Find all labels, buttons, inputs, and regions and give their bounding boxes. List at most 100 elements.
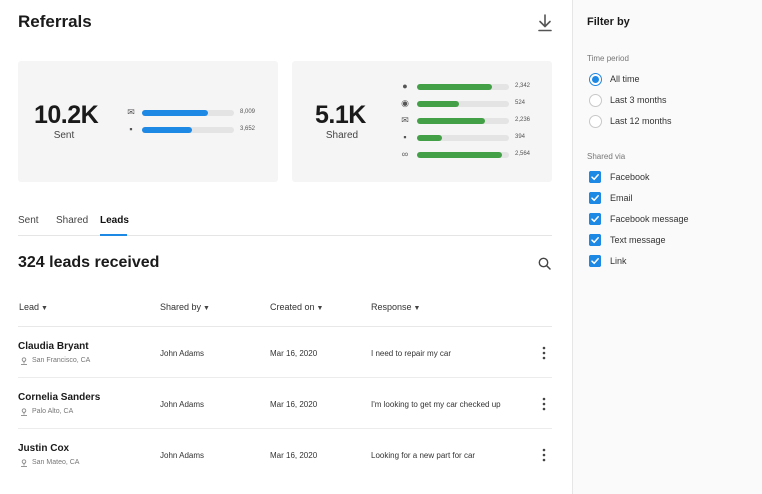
table-row[interactable]: Justin Cox San Mateo, CA John Adams Mar … xyxy=(18,429,552,480)
column-label: Created on xyxy=(270,302,315,312)
email-icon: ✉ xyxy=(127,107,135,117)
facebook-icon: ● xyxy=(402,81,408,91)
stat-bar-track xyxy=(417,84,509,90)
lead-name: Claudia Bryant xyxy=(18,341,89,352)
stat-bar-track xyxy=(417,135,509,141)
page-title: Referrals xyxy=(18,12,92,31)
stat-bar-value: 2,564 xyxy=(515,151,531,157)
more-vert-icon[interactable] xyxy=(541,397,547,411)
lead-location: San Francisco, CA xyxy=(32,357,91,364)
radio-unselected[interactable] xyxy=(589,115,602,128)
filter-sidebar: Filter by Time period All time Last 3 mo… xyxy=(572,0,762,494)
radio-selected[interactable] xyxy=(589,73,602,86)
location-icon xyxy=(21,459,27,467)
shared-by-cell: John Adams xyxy=(160,400,205,409)
stat-bar-track xyxy=(417,118,509,124)
location-icon xyxy=(21,408,27,416)
search-icon[interactable] xyxy=(538,257,551,270)
option-label: Link xyxy=(610,256,627,266)
option-label: Facebook xyxy=(610,172,650,182)
location-icon xyxy=(21,357,27,365)
stat-bar-track xyxy=(142,110,234,116)
option-label: Email xyxy=(610,193,633,203)
download-icon[interactable] xyxy=(536,13,554,33)
checkbox-checked-icon[interactable] xyxy=(589,213,601,225)
stat-bar-value: 8,009 xyxy=(240,109,256,115)
stat-bar-track xyxy=(142,127,234,133)
stat-bar-fill xyxy=(417,101,460,107)
column-label: Lead xyxy=(19,302,40,312)
stat-bar-fill xyxy=(417,135,442,141)
stat-bar-row: ∞ 2,564 xyxy=(400,149,549,161)
stat-bar-fill xyxy=(142,110,209,116)
checkbox-checked-icon[interactable] xyxy=(589,171,601,183)
shared-by-cell: John Adams xyxy=(160,451,205,460)
column-header-created-on[interactable]: Created on ▼ xyxy=(270,302,323,312)
stat-bar-track xyxy=(417,101,509,107)
stat-bar-value: 2,342 xyxy=(515,83,531,89)
caret-down-icon: ▼ xyxy=(203,305,210,312)
shared-by-cell: John Adams xyxy=(160,349,205,358)
more-vert-icon[interactable] xyxy=(541,346,547,360)
caret-down-icon: ▼ xyxy=(413,305,421,312)
caret-down-icon: ▼ xyxy=(41,305,48,312)
response-cell: I'm looking to get my car checked up xyxy=(371,400,501,409)
created-on-cell: Mar 16, 2020 xyxy=(270,349,318,358)
radio-unselected[interactable] xyxy=(589,94,602,107)
created-on-cell: Mar 16, 2020 xyxy=(270,400,318,409)
checkbox-checked-icon[interactable] xyxy=(589,234,601,246)
filter-title: Filter by xyxy=(587,16,630,28)
lead-location: San Mateo, CA xyxy=(32,459,80,466)
column-header-response[interactable]: Response ▼ xyxy=(371,302,420,312)
tab-sent[interactable]: Sent xyxy=(18,214,39,236)
option-label: Last 3 months xyxy=(610,95,667,105)
tab-bar: Sent Shared Leads xyxy=(18,214,552,236)
caret-down-icon: ▼ xyxy=(316,305,324,312)
table-row[interactable]: Claudia Bryant San Francisco, CA John Ad… xyxy=(18,327,552,378)
message-icon: ▪ xyxy=(403,132,407,142)
column-label: Response xyxy=(371,302,412,312)
column-header-shared-by[interactable]: Shared by ▼ xyxy=(160,302,210,312)
stat-bar-row: ✉ 8,009 xyxy=(126,107,274,119)
sent-label: Sent xyxy=(53,130,75,141)
stat-bar-row: ▪ 394 xyxy=(400,132,549,144)
sent-stats-card: 10.2K Sent ✉ 8,009 ▪ 3,652 xyxy=(18,61,278,182)
stat-bar-fill xyxy=(417,152,502,158)
stat-bar-row: ◉ 524 xyxy=(400,98,549,110)
shared-stats-card: 5.1K Shared ● 2,342 ◉ 524 ✉ 2,236 ▪ 394 ∞ 2,564 xyxy=(292,61,552,182)
stat-bar-value: 3,652 xyxy=(240,126,256,132)
response-cell: Looking for a new part for car xyxy=(371,451,476,460)
column-header-lead[interactable]: Lead ▼ xyxy=(19,302,48,312)
main-panel: Referrals 10.2K Sent ✉ 8,009 ▪ 3,652 5.1K S… xyxy=(0,0,572,494)
table-row[interactable]: Cornelia Sanders Palo Alto, CA John Adam… xyxy=(18,378,552,429)
more-vert-icon[interactable] xyxy=(541,448,547,462)
option-label: All time xyxy=(610,74,640,84)
response-cell: I need to repair my car xyxy=(371,349,452,358)
stat-bar-fill xyxy=(417,118,486,124)
stat-bar-value: 524 xyxy=(515,100,526,106)
message-icon: ▪ xyxy=(129,124,133,134)
stat-bar-row: ▪ 3,652 xyxy=(126,124,274,136)
checkbox-checked-icon[interactable] xyxy=(589,192,601,204)
stat-bar-fill xyxy=(142,127,192,133)
lead-location: Palo Alto, CA xyxy=(32,408,74,415)
checkbox-checked-icon[interactable] xyxy=(589,255,601,267)
stat-bar-value: 394 xyxy=(515,134,526,140)
stat-bar-track xyxy=(417,152,509,158)
option-label: Last 12 months xyxy=(610,116,672,126)
email-icon: ✉ xyxy=(401,115,409,125)
stat-bar-value: 2,236 xyxy=(515,117,531,123)
sent-total: 10.2K xyxy=(34,101,99,129)
shared-label: Shared xyxy=(325,130,359,141)
column-label: Shared by xyxy=(160,302,202,312)
time-period-label: Time period xyxy=(587,54,629,63)
link-icon: ∞ xyxy=(401,149,409,159)
lead-name: Justin Cox xyxy=(18,443,70,454)
option-label: Text message xyxy=(610,235,666,245)
tab-shared[interactable]: Shared xyxy=(56,214,88,236)
shared-total: 5.1K xyxy=(315,101,366,129)
option-label: Facebook message xyxy=(610,214,689,224)
stat-bar-fill xyxy=(417,84,492,90)
leads-heading: 324 leads received xyxy=(18,254,160,271)
tab-leads[interactable]: Leads xyxy=(100,214,129,236)
